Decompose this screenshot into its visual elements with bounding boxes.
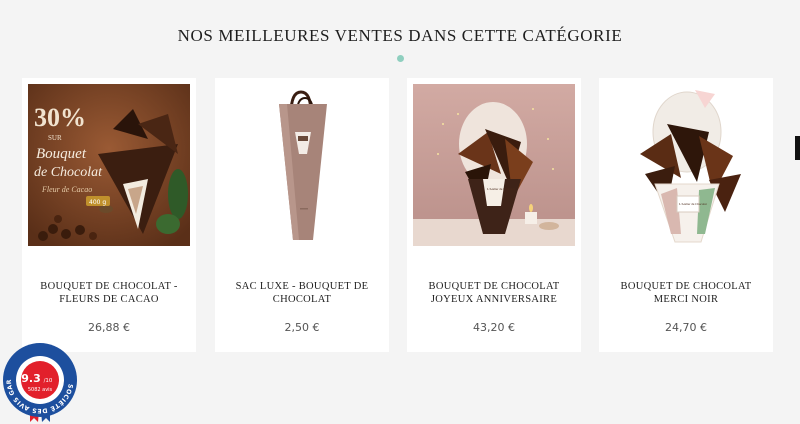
product-card-4[interactable]: L'Atelier du Chocolat BOUQUET DE CHOCOLA… bbox=[599, 78, 773, 352]
product-image-1[interactable]: 30% SUR Bouquet de Chocolat Fleur de Cac… bbox=[28, 84, 190, 246]
product-card-1[interactable]: 30% SUR Bouquet de Chocolat Fleur de Cac… bbox=[22, 78, 196, 352]
section-title: NOS MEILLEURES VENTES DANS CETTE CATÉGOR… bbox=[177, 26, 623, 45]
product-card-3[interactable]: L'Atelier du Chocolat BOUQUET DE CHOCOLA… bbox=[407, 78, 581, 352]
product-name-4[interactable]: BOUQUET DE CHOCOLAT MERCI NOIR bbox=[607, 280, 765, 306]
product-price-3: 43,20 € bbox=[473, 321, 515, 334]
promo-weight: 400 g bbox=[89, 199, 106, 206]
product-name-2[interactable]: SAC LUXE - BOUQUET DE CHOCOLAT bbox=[223, 280, 381, 306]
product-image-4[interactable]: L'Atelier du Chocolat bbox=[605, 84, 767, 246]
reviews-badge[interactable]: SOCIÉTÉ DES AVIS GARANTIS 9.3 /10 5082 a… bbox=[0, 337, 78, 424]
product-price-2: 2,50 € bbox=[284, 321, 320, 334]
product-price-4: 24,70 € bbox=[665, 321, 707, 334]
promo-line-2: de Chocolat bbox=[34, 165, 103, 180]
badge-score: 9.3 bbox=[21, 372, 41, 385]
badge-scale: /10 bbox=[44, 378, 53, 384]
promo-line-3: Fleur de Cacao bbox=[41, 185, 92, 194]
product-image-2[interactable] bbox=[221, 84, 383, 246]
promo-sur: SUR bbox=[48, 134, 62, 142]
product-label-3: L'Atelier du Chocolat bbox=[487, 187, 515, 191]
product-price-1: 26,88 € bbox=[88, 321, 130, 334]
badge-review-count: 5082 avis bbox=[28, 387, 53, 393]
carousel-edge-tab[interactable] bbox=[795, 136, 800, 160]
product-image-3[interactable]: L'Atelier du Chocolat bbox=[413, 84, 575, 246]
product-card-2[interactable]: SAC LUXE - BOUQUET DE CHOCOLAT 2,50 € bbox=[215, 78, 389, 352]
promo-percent: 30% bbox=[34, 103, 86, 132]
product-name-3[interactable]: BOUQUET DE CHOCOLAT JOYEUX ANNIVERSAIRE bbox=[415, 280, 573, 306]
promo-line-1: Bouquet bbox=[36, 146, 87, 162]
product-name-1[interactable]: BOUQUET DE CHOCOLAT - FLEURS DE CACAO bbox=[30, 280, 188, 306]
title-accent-dot bbox=[397, 55, 404, 62]
product-label-4: L'Atelier du Chocolat bbox=[679, 202, 707, 206]
